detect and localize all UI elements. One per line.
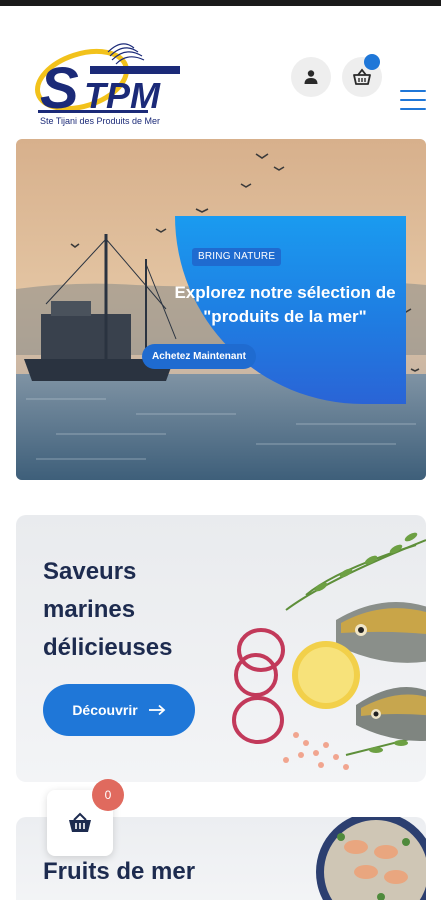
cart-notification-dot [364, 54, 380, 70]
site-header: S TPM Ste Tijani des Produits de Mer [0, 6, 441, 130]
cart-count-badge: 0 [92, 779, 124, 811]
seafood-bowl-image [316, 817, 426, 900]
hero-banner: BRING NATURE Explorez notre sélection de… [16, 139, 426, 480]
promo2-title: Fruits de mer [43, 858, 196, 885]
hamburger-menu-button[interactable] [400, 90, 426, 112]
basket-icon [353, 68, 371, 85]
account-button[interactable] [291, 57, 331, 97]
promo-card-seafood-flavors: Saveurs marines délicieuses Découvrir [16, 515, 426, 782]
discover-label: Découvrir [72, 702, 138, 718]
basket-icon [69, 812, 91, 832]
buy-now-button[interactable]: Achetez Maintenant [142, 344, 256, 369]
hero-title: Explorez notre sélection de "produits de… [174, 283, 396, 326]
discover-button[interactable]: Découvrir [43, 684, 195, 736]
stpm-logo[interactable]: S TPM [30, 22, 190, 126]
logo-tagline: Ste Tijani des Produits de Mer [40, 116, 161, 126]
user-icon [304, 70, 318, 84]
promo-title: Saveurs marines délicieuses [43, 558, 173, 661]
hamburger-icon [400, 90, 426, 92]
svg-text:TPM: TPM [84, 75, 161, 116]
fish-lemon-onion-image [232, 532, 426, 770]
arrow-right-icon [148, 704, 166, 716]
hero-badge: BRING NATURE [192, 248, 282, 266]
